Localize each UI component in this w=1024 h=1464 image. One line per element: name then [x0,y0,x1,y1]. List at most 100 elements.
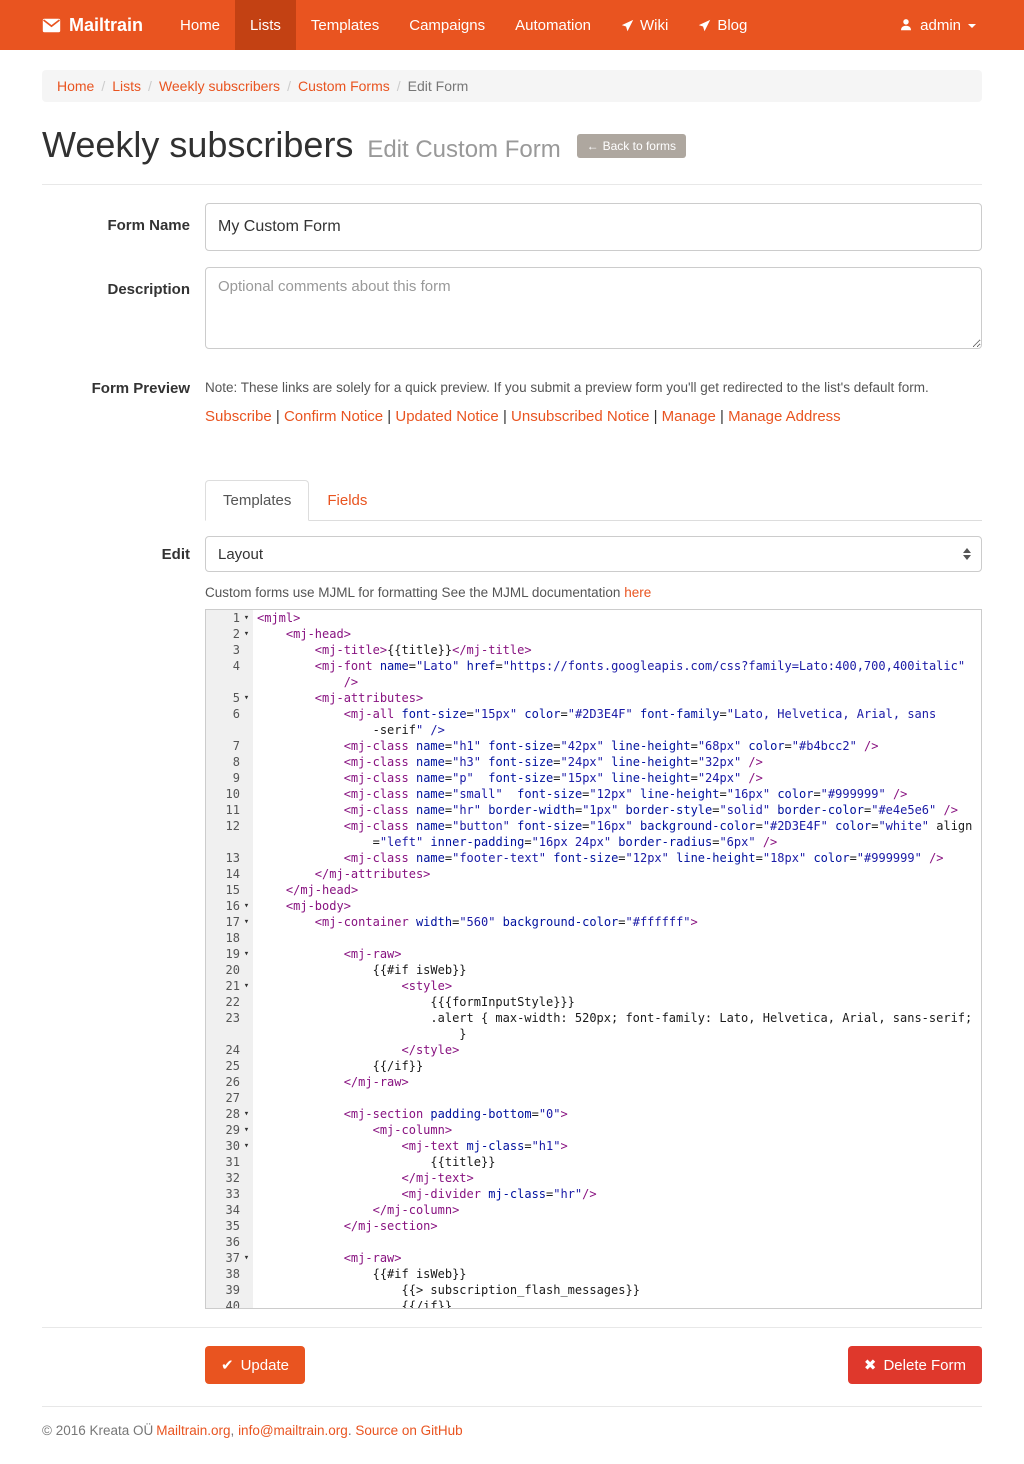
delete-form-button[interactable]: ✖Delete Form [848,1346,982,1384]
code-line[interactable]: <mj-all font-size="15px" color="#2D3E4F"… [257,706,981,722]
breadcrumb-link-home[interactable]: Home [57,78,94,94]
code-line[interactable]: <mj-body> [257,898,981,914]
code-line[interactable]: <mj-class name="p" font-size="15px" line… [257,770,981,786]
code-line[interactable]: <mj-title>{{title}}</mj-title> [257,642,981,658]
code-line[interactable]: <mj-class name="h1" font-size="42px" lin… [257,738,981,754]
footer-link-email[interactable]: info@mailtrain.org [238,1423,348,1438]
nav-item-templates[interactable]: Templates [296,0,394,50]
code-line[interactable]: } [257,1026,981,1042]
form-preview-row: Form Preview Note: These links are solel… [42,378,982,425]
code-line[interactable]: </mj-column> [257,1202,981,1218]
fold-icon[interactable]: ▾ [240,610,253,626]
line-number[interactable]: 2▾ [206,626,253,642]
code-line[interactable]: <mj-raw> [257,1250,981,1266]
breadcrumb-link-weekly-subscribers[interactable]: Weekly subscribers [159,78,280,94]
preview-link-manage[interactable]: Manage [662,408,716,425]
line-number[interactable]: 16▾ [206,898,253,914]
line-number[interactable]: 37▾ [206,1250,253,1266]
preview-link-unsubscribed-notice[interactable]: Unsubscribed Notice [511,408,649,425]
code-line[interactable]: <mj-column> [257,1122,981,1138]
code-line[interactable]: </mj-section> [257,1218,981,1234]
footer-link-mailtrain[interactable]: Mailtrain.org [156,1423,230,1438]
fold-icon[interactable]: ▾ [240,1106,253,1122]
line-number[interactable]: 17▾ [206,914,253,930]
code-line[interactable]: -serif" /> [257,722,981,738]
preview-link-updated-notice[interactable]: Updated Notice [395,408,498,425]
code-line[interactable]: {{/if}} [257,1298,981,1308]
brand-link[interactable]: Mailtrain [42,0,165,50]
code-line[interactable]: <mj-raw> [257,946,981,962]
code-line[interactable]: /> [257,674,981,690]
code-line[interactable]: <mj-container width="560" background-col… [257,914,981,930]
code-line[interactable]: {{title}} [257,1154,981,1170]
fold-icon[interactable]: ▾ [240,1250,253,1266]
line-number[interactable]: 29▾ [206,1122,253,1138]
nav-item-campaigns[interactable]: Campaigns [394,0,500,50]
fold-icon[interactable]: ▾ [240,898,253,914]
line-number[interactable]: 21▾ [206,978,253,994]
line-number[interactable]: 19▾ [206,946,253,962]
description-textarea[interactable] [205,267,982,349]
code-line[interactable]: {{> subscription_flash_messages}} [257,1282,981,1298]
code-line[interactable]: </mj-text> [257,1170,981,1186]
code-line[interactable]: </style> [257,1042,981,1058]
code-line[interactable] [257,1090,981,1106]
code-line[interactable]: {{/if}} [257,1058,981,1074]
back-to-forms-button[interactable]: ←Back to forms [577,134,686,158]
footer-link-github[interactable]: Source on GitHub [355,1423,462,1438]
preview-link-manage-address[interactable]: Manage Address [728,408,841,425]
form-name-input[interactable] [205,203,982,251]
code-line[interactable]: <mj-head> [257,626,981,642]
line-number[interactable]: 5▾ [206,690,253,706]
code-line[interactable]: <mjml> [257,610,981,626]
code-line[interactable]: </mj-head> [257,882,981,898]
code-line[interactable]: <mj-class name="small" font-size="12px" … [257,786,981,802]
fold-icon[interactable]: ▾ [240,1138,253,1154]
breadcrumb-link-lists[interactable]: Lists [112,78,141,94]
code-line[interactable]: <style> [257,978,981,994]
code-line[interactable]: <mj-class name="button" font-size="16px"… [257,818,981,834]
code-line[interactable]: <mj-font name="Lato" href="https://fonts… [257,658,981,674]
code-line[interactable]: <mj-attributes> [257,690,981,706]
update-button[interactable]: ✔Update [205,1346,305,1384]
fold-icon[interactable]: ▾ [240,914,253,930]
code-line[interactable]: {{#if isWeb}} [257,962,981,978]
mjml-help-link[interactable]: here [624,585,651,600]
user-menu[interactable]: admin [893,17,982,34]
code-editor[interactable]: 1▾2▾345▾678910111213141516▾17▾1819▾2021▾… [205,609,982,1309]
nav-item-blog[interactable]: Blog [683,0,762,50]
editor-code-area[interactable]: <mjml> <mj-head> <mj-title>{{title}}</mj… [253,610,981,1308]
code-line[interactable] [257,930,981,946]
code-line[interactable]: .alert { max-width: 520px; font-family: … [257,1010,981,1026]
code-line[interactable]: ="left" inner-padding="16px 24px" border… [257,834,981,850]
fold-icon[interactable]: ▾ [240,1122,253,1138]
code-line[interactable]: <mj-class name="hr" border-width="1px" b… [257,802,981,818]
layout-select[interactable]: Layout [205,536,982,572]
code-line[interactable]: <mj-divider mj-class="hr"/> [257,1186,981,1202]
nav-item-home[interactable]: Home [165,0,235,50]
tab-fields[interactable]: Fields [309,480,385,521]
fold-icon[interactable]: ▾ [240,626,253,642]
line-number[interactable]: 1▾ [206,610,253,626]
line-number[interactable]: 28▾ [206,1106,253,1122]
tab-templates[interactable]: Templates [205,480,309,521]
preview-link-subscribe[interactable]: Subscribe [205,408,272,425]
line-number[interactable]: 30▾ [206,1138,253,1154]
breadcrumb-link-custom-forms[interactable]: Custom Forms [298,78,390,94]
nav-item-automation[interactable]: Automation [500,0,606,50]
code-line[interactable]: <mj-section padding-bottom="0"> [257,1106,981,1122]
code-line[interactable]: </mj-attributes> [257,866,981,882]
code-line[interactable]: <mj-text mj-class="h1"> [257,1138,981,1154]
code-line[interactable] [257,1234,981,1250]
preview-link-confirm-notice[interactable]: Confirm Notice [284,408,383,425]
nav-item-wiki[interactable]: Wiki [606,0,683,50]
fold-icon[interactable]: ▾ [240,946,253,962]
code-line[interactable]: <mj-class name="h3" font-size="24px" lin… [257,754,981,770]
code-line[interactable]: </mj-raw> [257,1074,981,1090]
fold-icon[interactable]: ▾ [240,978,253,994]
code-line[interactable]: {{{formInputStyle}}} [257,994,981,1010]
code-line[interactable]: {{#if isWeb}} [257,1266,981,1282]
nav-item-lists[interactable]: Lists [235,0,296,50]
fold-icon[interactable]: ▾ [240,690,253,706]
code-line[interactable]: <mj-class name="footer-text" font-size="… [257,850,981,866]
